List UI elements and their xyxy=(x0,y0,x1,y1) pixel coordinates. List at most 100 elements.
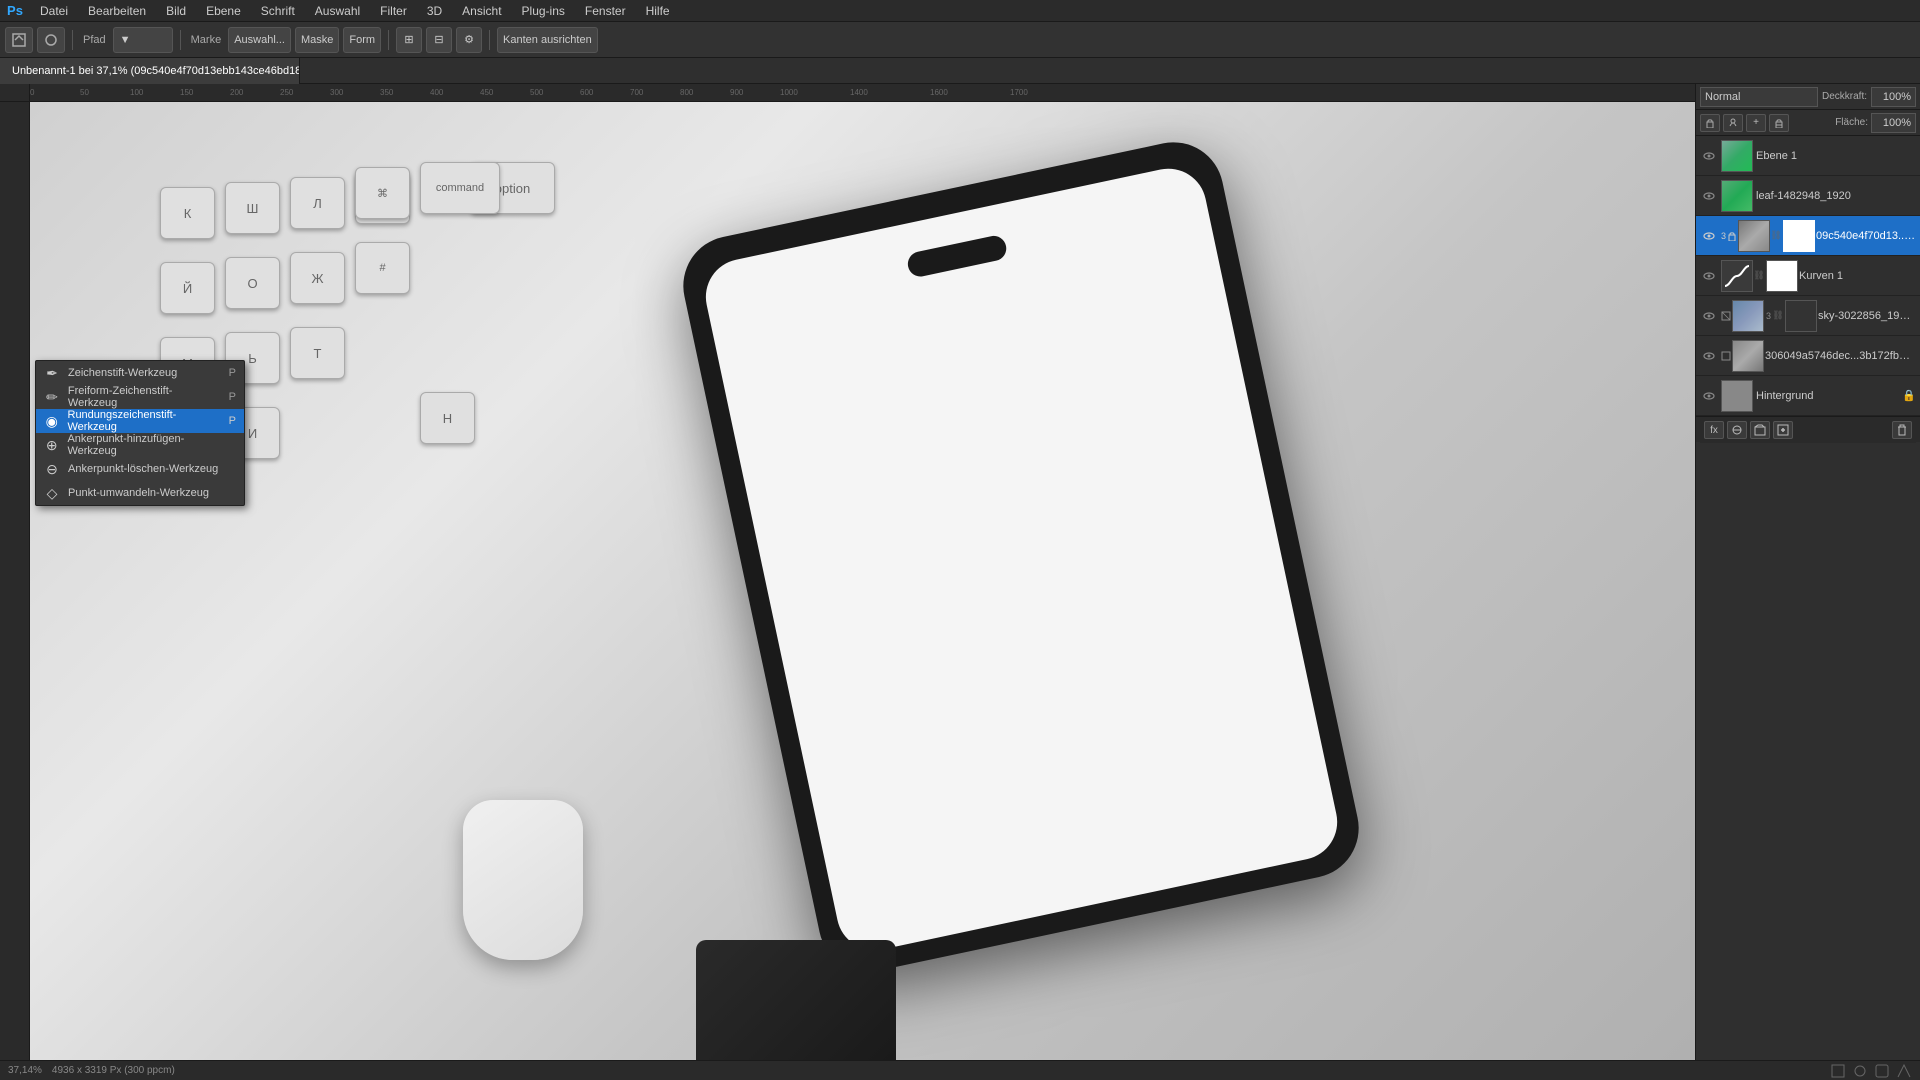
document-tab[interactable]: Unbenannt-1 bei 37,1% (09c540e4f70d13ebb… xyxy=(0,58,300,84)
layer-visibility-toggle[interactable] xyxy=(1700,347,1718,365)
layer-mask-thumbnail xyxy=(1766,260,1798,292)
flyout-rundungs[interactable]: ◉ Rundungszeichenstift-Werkzeug P xyxy=(36,409,244,433)
key: ⌘ xyxy=(355,167,410,219)
right-panel: Ebenen Kanäle Pfade 3D 🔍 T xyxy=(1695,0,1920,1080)
toolbar-home[interactable] xyxy=(5,27,33,53)
layer-thumbnail xyxy=(1721,140,1753,172)
menu-ansicht[interactable]: Ansicht xyxy=(452,0,511,22)
key: Л xyxy=(290,177,345,229)
phone-notch xyxy=(905,234,1008,279)
flyout-delete-anchor[interactable]: ⊖ Ankerpunkt-löschen-Werkzeug xyxy=(36,457,244,481)
toolbar-maske-btn[interactable]: Maske xyxy=(295,27,339,53)
key: О xyxy=(225,257,280,309)
layer-visibility-toggle[interactable] xyxy=(1700,307,1718,325)
layer-visibility-toggle[interactable] xyxy=(1700,187,1718,205)
layer-name: sky-3022856_1920... xyxy=(1818,310,1916,322)
layer-thumbnail xyxy=(1721,260,1753,292)
delete-layer-btn[interactable] xyxy=(1892,421,1912,439)
toolbar-align-btn[interactable]: ⊞ xyxy=(396,27,422,53)
layer-mask-thumbnail xyxy=(1785,300,1817,332)
layer-smart-icon2 xyxy=(1721,351,1731,361)
menu-datei[interactable]: Datei xyxy=(30,0,78,22)
fx-button[interactable]: fx xyxy=(1704,421,1724,439)
lock-all-btn[interactable] xyxy=(1769,114,1789,132)
lock-image-btn[interactable] xyxy=(1723,114,1743,132)
flyout-add-anchor[interactable]: ⊕ Ankerpunkt-hinzufügen-Werkzeug xyxy=(36,433,244,457)
layer-visibility-group xyxy=(1700,229,1718,243)
pen-tool-flyout: ✒ Zeichenstift-Werkzeug P ✏ Freiform-Zei… xyxy=(35,360,245,506)
layer-kurven1[interactable]: ⛓ Kurven 1 xyxy=(1696,256,1920,296)
toolbar-path-dropdown[interactable]: ▼ xyxy=(113,27,173,53)
flyout-item-label: Freiform-Zeichenstift-Werkzeug xyxy=(68,385,221,409)
menu-schrift[interactable]: Schrift xyxy=(251,0,305,22)
ruler-mark: 300 xyxy=(330,84,343,102)
blend-mode-select[interactable]: Normal xyxy=(1700,87,1818,107)
layer-306049[interactable]: 306049a5746dec...3b172fb3a6c08 xyxy=(1696,336,1920,376)
layer-visibility-toggle[interactable] xyxy=(1700,147,1718,165)
key: # xyxy=(355,242,410,294)
menu-ebene[interactable]: Ebene xyxy=(196,0,251,22)
lock-artboard-btn[interactable]: + xyxy=(1746,114,1766,132)
flyout-convert-point[interactable]: ◇ Punkt-umwandeln-Werkzeug xyxy=(36,481,244,505)
ruler-mark: 700 xyxy=(630,84,643,102)
fill-input[interactable] xyxy=(1871,113,1916,133)
layer-visibility-toggle[interactable] xyxy=(1702,229,1716,243)
opacity-input[interactable] xyxy=(1871,87,1916,107)
dark-object xyxy=(696,940,896,1060)
tab-filename: Unbenannt-1 bei 37,1% (09c540e4f70d13ebb… xyxy=(12,65,300,77)
flyout-zeichenstift[interactable]: ✒ Zeichenstift-Werkzeug P xyxy=(36,361,244,385)
ruler-mark: 1600 xyxy=(930,84,948,102)
menu-filter[interactable]: Filter xyxy=(370,0,417,22)
toolbar-path-select[interactable] xyxy=(37,27,65,53)
menu-hilfe[interactable]: Hilfe xyxy=(636,0,680,22)
toolbar-auswahl-btn[interactable]: Auswahl... xyxy=(228,27,291,53)
status-icon4 xyxy=(1896,1063,1912,1079)
flyout-item-label: Ankerpunkt-hinzufügen-Werkzeug xyxy=(67,433,228,457)
layer-smart-icon xyxy=(1721,311,1731,321)
menu-bild[interactable]: Bild xyxy=(156,0,196,22)
layer-sky[interactable]: 3 ⛓ sky-3022856_1920... xyxy=(1696,296,1920,336)
toolbar-transform-btn[interactable]: ⊟ xyxy=(426,27,452,53)
toolbar-kanten-btn[interactable]: Kanten ausrichten xyxy=(497,27,598,53)
statusbar: 37,14% 4936 x 3319 Px (300 ppcm) xyxy=(0,1060,1920,1080)
toolbar-sep-4 xyxy=(489,30,490,50)
blend-mode-row: Normal Deckkraft: xyxy=(1696,84,1920,110)
new-group-btn[interactable] xyxy=(1750,421,1770,439)
menu-fenster[interactable]: Fenster xyxy=(575,0,636,22)
canvas-area[interactable]: К Ш Л Б option Й О Ж М Ь Т Р И ⌘ command… xyxy=(30,102,1695,1060)
menu-auswahl[interactable]: Auswahl xyxy=(305,0,370,22)
toolbar-form-btn[interactable]: Form xyxy=(343,27,381,53)
menu-plugins[interactable]: Plug-ins xyxy=(512,0,575,22)
toolbar-auswahl-text: Auswahl... xyxy=(234,34,285,46)
ruler-mark: 800 xyxy=(680,84,693,102)
toolbar-marker-label: Marke xyxy=(188,34,225,46)
flyout-freiform[interactable]: ✏ Freiform-Zeichenstift-Werkzeug P xyxy=(36,385,244,409)
layer-visibility-toggle[interactable] xyxy=(1700,387,1718,405)
fill-label: Fläche: xyxy=(1835,117,1868,128)
new-fill-adjustment-btn[interactable] xyxy=(1727,421,1747,439)
layer-ebene1[interactable]: Ebene 1 xyxy=(1696,136,1920,176)
new-layer-btn[interactable] xyxy=(1773,421,1793,439)
layer-leaf[interactable]: leaf-1482948_1920 xyxy=(1696,176,1920,216)
menu-bearbeiten[interactable]: Bearbeiten xyxy=(78,0,156,22)
layer-thumbnail xyxy=(1738,220,1770,252)
toolbar-kanten-text: Kanten ausrichten xyxy=(503,34,592,46)
ruler-mark: 150 xyxy=(180,84,193,102)
key: command xyxy=(420,162,500,214)
key: Й xyxy=(160,262,215,314)
menu-3d[interactable]: 3D xyxy=(417,0,452,22)
flyout-shortcut: P xyxy=(229,391,236,403)
flyout-item-label: Rundungszeichenstift-Werkzeug xyxy=(68,409,221,433)
airpods-case xyxy=(463,800,583,960)
layer-09c540[interactable]: 3 ⛓ 09c540e4f70d13...43ce46bd18f3f2 xyxy=(1696,216,1920,256)
layer-hintergrund[interactable]: Hintergrund 🔒 xyxy=(1696,376,1920,416)
toolbar: Pfad ▼ Marke Auswahl... Maske Form ⊞ ⊟ ⚙… xyxy=(0,22,1920,58)
ruler-mark: 400 xyxy=(430,84,443,102)
toolbar-gear-btn[interactable]: ⚙ xyxy=(456,27,482,53)
flyout-shortcut: P xyxy=(229,415,236,427)
layer-name: Hintergrund xyxy=(1756,390,1899,402)
layer-visibility-toggle[interactable] xyxy=(1700,267,1718,285)
layer-name: 09c540e4f70d13...43ce46bd18f3f2 xyxy=(1816,230,1916,242)
lock-transparent-btn[interactable] xyxy=(1700,114,1720,132)
convert-point-icon: ◇ xyxy=(44,485,60,501)
